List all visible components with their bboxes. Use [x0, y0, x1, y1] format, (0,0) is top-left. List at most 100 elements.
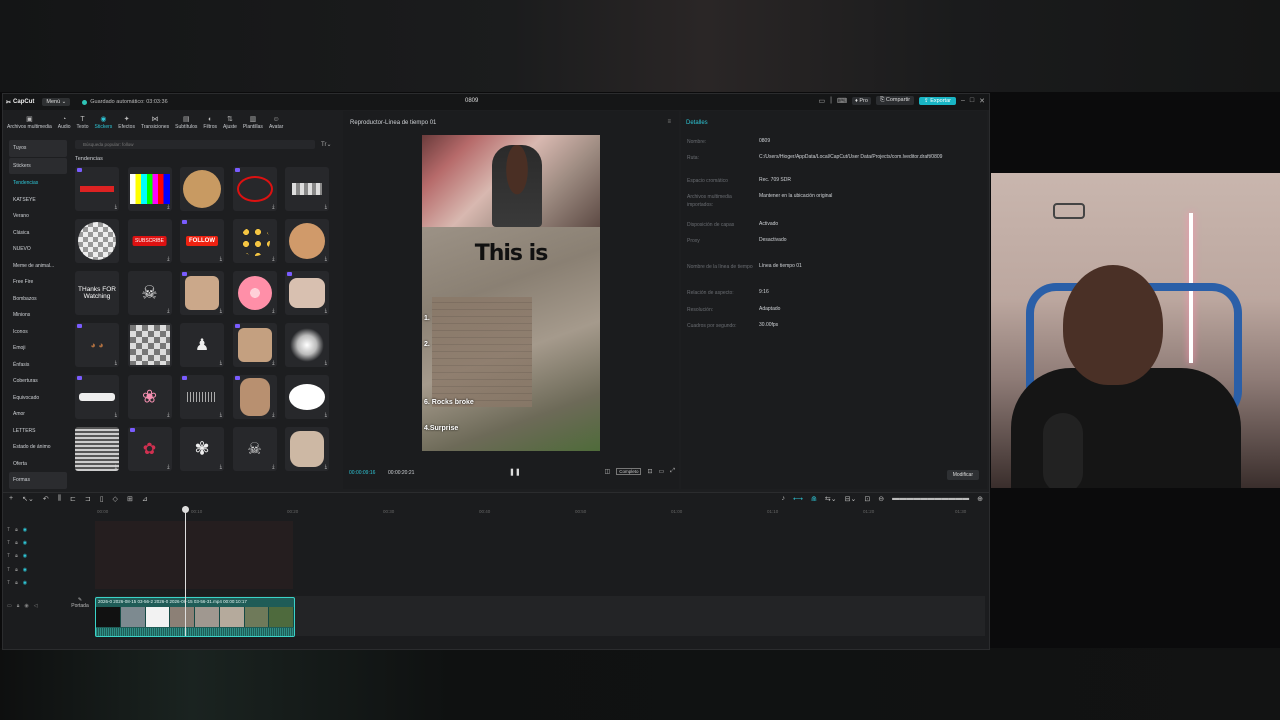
category-item[interactable]: Tendencias	[9, 175, 67, 192]
modify-button[interactable]: Modificar	[946, 470, 979, 480]
pause-icon[interactable]: ❚❚	[509, 468, 521, 476]
download-icon[interactable]: ⤓	[272, 204, 274, 210]
category-item[interactable]: NUEVO	[9, 241, 67, 258]
sticker-item[interactable]: ⤓	[232, 219, 277, 263]
magnet-icon[interactable]: ⋒	[811, 495, 817, 503]
download-icon[interactable]: ⤓	[325, 308, 327, 314]
video-preview[interactable]: This is 1. 2. 6. Rocks broke 4.Surprise	[422, 135, 600, 451]
quality-icon[interactable]: ▭	[659, 468, 665, 475]
download-icon[interactable]: ⤓	[115, 204, 117, 210]
download-icon[interactable]: ⤓	[115, 360, 117, 366]
link-icon[interactable]: ⟷	[793, 495, 803, 503]
sticker-item[interactable]: FOLLOW ⤓	[180, 219, 224, 263]
pro-button[interactable]: ♦ Pro	[852, 96, 871, 105]
eye-icon[interactable]: ◉	[23, 540, 27, 546]
sticker-item[interactable]: ⤓	[75, 427, 119, 471]
eye-icon[interactable]: ◉	[23, 553, 27, 559]
delete-icon[interactable]: ▯	[100, 495, 104, 503]
category-item[interactable]: Minions	[9, 307, 67, 324]
sticker-item[interactable]: ⤓	[232, 323, 277, 367]
menu-icon[interactable]: ≡	[667, 119, 671, 125]
ratio-button[interactable]: Completo	[616, 468, 642, 475]
mirror-icon[interactable]: ⊿	[142, 495, 148, 503]
playhead[interactable]	[182, 506, 189, 636]
tool-templates[interactable]: ▥ Plantillas	[243, 115, 263, 132]
fit-icon[interactable]: ⊡	[647, 468, 652, 475]
maximize-icon[interactable]: □	[970, 97, 974, 104]
category-item[interactable]: Amor	[9, 406, 67, 423]
category-item[interactable]: Equivocado	[9, 390, 67, 407]
download-icon[interactable]: ⤓	[167, 256, 169, 262]
category-item[interactable]: Free Fire	[9, 274, 67, 291]
zoom-out-icon[interactable]: ⊖	[878, 495, 884, 503]
tool-avatar[interactable]: ☺ Avatar	[269, 116, 283, 132]
sticker-item[interactable]: ⤓	[285, 219, 329, 263]
download-icon[interactable]: ⤓	[115, 412, 117, 418]
sticker-item[interactable]: ♟ ⤓	[180, 323, 224, 367]
sticker-item[interactable]: ⤓	[75, 167, 119, 211]
share-button[interactable]: ⎘ Compartir	[875, 96, 915, 105]
sticker-item[interactable]: ⤓	[232, 375, 277, 419]
download-icon[interactable]: ⤓	[220, 412, 222, 418]
undo-icon[interactable]: ↶	[43, 495, 49, 503]
download-icon[interactable]: ⤓	[220, 360, 222, 366]
eye-icon[interactable]: ◉	[24, 603, 28, 609]
tool-audio[interactable]: ◔ Audio	[58, 116, 71, 132]
zoom-in-icon[interactable]: ⊕	[977, 495, 983, 503]
category-item[interactable]: Formas	[9, 472, 67, 489]
sticker-item[interactable]: ❀ ⤓	[127, 375, 172, 419]
sticker-item[interactable]: ⤓	[127, 167, 172, 211]
sticker-item[interactable]: ⤓	[285, 375, 329, 419]
sticker-item[interactable]: ✾ ⤓	[180, 427, 224, 471]
lock-icon[interactable]: 🔒︎	[15, 527, 18, 533]
category-item[interactable]: Emoji	[9, 340, 67, 357]
category-tuyos[interactable]: Tuyos	[9, 140, 67, 157]
tool-effects[interactable]: ✦ Efectos	[118, 115, 135, 132]
keyboard-icon[interactable]: ⌨	[837, 97, 847, 105]
download-icon[interactable]: ⤓	[220, 308, 222, 314]
sticker-item[interactable]: ⤓	[180, 375, 224, 419]
sticker-item[interactable]: ⤓	[75, 375, 119, 419]
download-icon[interactable]: ⤓	[272, 256, 274, 262]
cover-button[interactable]: ✎ Portada	[71, 597, 89, 609]
eye-icon[interactable]: ◉	[23, 567, 27, 573]
download-icon[interactable]: ⤓	[272, 464, 274, 470]
download-icon[interactable]: ⤓	[325, 256, 327, 262]
video-clip[interactable]: 2026-0 2026-08-15 03-56-2 2026-0 2026-08…	[95, 597, 295, 637]
freeze-icon[interactable]: ⊞	[127, 495, 133, 503]
sticker-item[interactable]: ☠ ⤓	[232, 427, 277, 471]
download-icon[interactable]: ⤓	[115, 464, 117, 470]
category-item[interactable]: Coberturas	[9, 373, 67, 390]
tool-stickers[interactable]: ◉ Stickers	[95, 115, 113, 132]
download-icon[interactable]: ⤓	[220, 464, 222, 470]
ratio-icon[interactable]: ⊟⌄	[845, 495, 857, 503]
eye-icon[interactable]: ◉	[23, 580, 27, 586]
caption-icon[interactable]: ⊡	[864, 495, 870, 503]
category-item[interactable]: Verano	[9, 208, 67, 225]
fullscreen-icon[interactable]: ⤢	[670, 468, 675, 475]
audio-mute-icon[interactable]: ◁	[34, 603, 38, 609]
sticker-item[interactable]: THanks FOR Watching	[75, 271, 119, 315]
sticker-item[interactable]: SUBSCRIBE ⤓	[127, 219, 172, 263]
lock-icon[interactable]: 🔒︎	[15, 553, 18, 559]
download-icon[interactable]: ⤓	[272, 308, 274, 314]
tool-adjust[interactable]: ⇅ Ajuste	[223, 115, 237, 132]
category-stickers[interactable]: Stickers	[9, 157, 67, 174]
tool-media[interactable]: ▣ Archivos multimedia	[7, 115, 52, 132]
download-icon[interactable]: ⤓	[325, 204, 327, 210]
close-icon[interactable]: ✕	[979, 97, 985, 105]
category-item[interactable]: Iconos	[9, 324, 67, 341]
tool-filters[interactable]: ◐ Filtros	[203, 116, 217, 132]
microphone-icon[interactable]: ♪	[781, 495, 785, 503]
category-item[interactable]: KATSEYE	[9, 192, 67, 209]
category-item[interactable]: LETTERS	[9, 423, 67, 440]
split-left-icon[interactable]: ⊏	[70, 495, 76, 503]
sticker-item[interactable]: ⤓	[285, 167, 329, 211]
export-button[interactable]: ⇪ Exportar	[919, 96, 956, 105]
category-item[interactable]: Meme de animal...	[9, 258, 67, 275]
sticker-item[interactable]: ⤓	[232, 167, 277, 211]
split-icon[interactable]: ⫼	[58, 495, 61, 503]
layout-icon[interactable]: ▭	[818, 97, 825, 105]
tool-transitions[interactable]: ⋈ Transiciones	[141, 115, 169, 132]
sticker-search-input[interactable]: Búsqueda popular: follow	[75, 140, 315, 149]
